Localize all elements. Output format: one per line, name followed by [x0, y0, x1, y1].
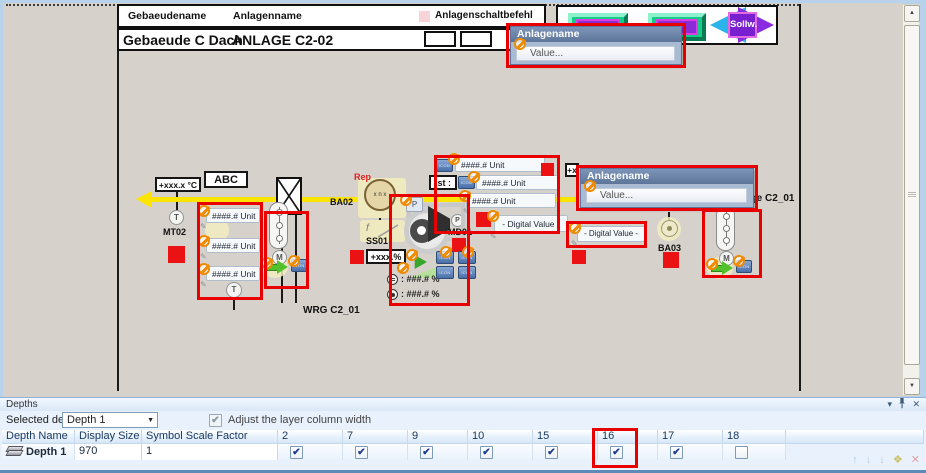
column-header-blank [786, 430, 924, 444]
scroll-down-button[interactable]: ▼ [904, 378, 920, 395]
layer-10-cell[interactable]: ✔ [468, 444, 533, 460]
layers-icon [7, 446, 22, 456]
scroll-up-button[interactable]: ▲ [904, 5, 920, 22]
scrollbar-thumb[interactable] [904, 25, 920, 365]
sensor-dot [667, 226, 672, 231]
rep-label: Rep [354, 172, 371, 182]
setpoint-diamond-button[interactable]: Sollw. [710, 7, 774, 43]
function-symbol: f [366, 223, 369, 234]
depths-table-header: Depth NameDisplay SizeSymbol Scale Facto… [2, 430, 926, 444]
layer-2-cell[interactable]: ✔ [278, 444, 343, 460]
plant-command-label: Anlagenschaltbefehl [435, 10, 533, 21]
layer-9-cell[interactable]: ✔ [408, 444, 468, 460]
temperature-display[interactable]: +xxx.x °C [155, 177, 201, 192]
annotation-box-popup2 [576, 165, 758, 211]
move-up-icon[interactable]: ↑ [852, 454, 858, 466]
chevron-down-icon: ▼ [147, 417, 154, 424]
depths-panel: Depths ▾ ✕ Selected depth: Depth 1 ▼ ✔ A… [0, 397, 926, 473]
titleblock-value-row: Gebaeude C Dach ANLAGE C2-02 [117, 28, 546, 51]
temperature-sensor-icon[interactable]: T [169, 210, 184, 225]
annotation-box-left-actuator [264, 211, 309, 289]
scale-factor-cell[interactable]: 1 [142, 444, 278, 460]
scroll-down-icon: ▼ [909, 383, 915, 389]
column-header-15[interactable]: 15 [533, 430, 598, 444]
depth-name-cell[interactable]: Depth 1 [2, 444, 75, 460]
column-header-depth-name[interactable]: Depth Name [2, 430, 75, 444]
scroll-up-icon: ▲ [909, 10, 915, 16]
alarm-indicator [572, 250, 586, 264]
layer-18-checkbox[interactable] [735, 446, 748, 459]
depths-panel-title: Depths [6, 399, 38, 410]
building-name-value: Gebaeude C Dach [123, 32, 243, 48]
column-header-display-size[interactable]: Display Size [75, 430, 142, 444]
layer-17-checkbox[interactable]: ✔ [670, 446, 683, 459]
scada-editor-window: Gebaeudename Anlagenname Anlagenschaltbe… [0, 0, 926, 473]
column-header-9[interactable]: 9 [408, 430, 468, 444]
adjust-layer-width-label: Adjust the layer column width [228, 414, 371, 426]
annotation-box-top-units [434, 155, 560, 234]
delete-depth-icon[interactable]: ✕ [911, 454, 920, 466]
column-header-symbol-scale-factor[interactable]: Symbol Scale Factor [142, 430, 278, 444]
layer-9-checkbox[interactable]: ✔ [420, 446, 433, 459]
depths-table: Depth NameDisplay SizeSymbol Scale Facto… [2, 430, 926, 460]
column-header-10[interactable]: 10 [468, 430, 533, 444]
wrg-label: WRG C2_01 [303, 305, 360, 316]
alarm-indicator [663, 252, 679, 268]
titleblock-empty-cell-2 [460, 31, 492, 47]
alarm-indicator [350, 250, 364, 264]
page-left-border [117, 4, 119, 391]
move-bottom-icon[interactable]: ↓ [879, 454, 885, 466]
setpoint-label: Sollw. [728, 12, 757, 38]
layer-10-checkbox[interactable]: ✔ [480, 446, 493, 459]
abc-display[interactable]: ABC [204, 171, 248, 188]
damper-ss01-label: SS01 [366, 236, 388, 246]
display-size-cell[interactable]: 970 [75, 444, 142, 460]
move-down-icon[interactable]: ↓ [866, 454, 872, 466]
page-right-border [799, 4, 801, 391]
depths-table-row[interactable]: Depth 19701✔✔✔✔✔✔✔ [2, 444, 926, 460]
selected-depth-dropdown[interactable]: Depth 1 ▼ [62, 412, 158, 428]
flow-arrowhead [136, 191, 152, 208]
panel-menu-icon[interactable]: ▾ [887, 399, 892, 410]
layer-15-checkbox[interactable]: ✔ [545, 446, 558, 459]
column-header-2[interactable]: 2 [278, 430, 343, 444]
annotation-box-popup1 [506, 23, 686, 68]
depths-controls-row: Selected depth: Depth 1 ▼ ✔ Adjust the l… [0, 411, 926, 430]
column-header-7[interactable]: 7 [343, 430, 408, 444]
alarm-indicator [168, 246, 185, 263]
command-color-swatch [419, 11, 430, 22]
canvas-vertical-scrollbar[interactable]: ▲ ▼ [902, 4, 920, 396]
building-name-label: Gebaeudename [128, 10, 206, 22]
depths-panel-caption: Depths ▾ ✕ [0, 398, 926, 411]
annotation-box-column-16 [592, 428, 638, 468]
plant-name-label: Anlagenname [233, 10, 302, 22]
depths-footer-toolbar: ↑ ↓ ↓ ❖ ✕ [847, 453, 920, 466]
layer-15-cell[interactable]: ✔ [533, 444, 598, 460]
layer-7-checkbox[interactable]: ✔ [355, 446, 368, 459]
annotation-box-left-units [197, 202, 263, 300]
titleblock-empty-cell-1 [424, 31, 456, 47]
plant-name-value: ANLAGE C2-02 [232, 32, 333, 48]
column-header-17[interactable]: 17 [658, 430, 723, 444]
column-header-18[interactable]: 18 [723, 430, 786, 444]
selected-depth-value: Depth 1 [67, 414, 106, 426]
add-depth-icon[interactable]: ❖ [893, 454, 903, 466]
layer-18-cell[interactable] [723, 444, 786, 460]
damper-ba02-label: BA02 [330, 197, 353, 207]
layer-2-checkbox[interactable]: ✔ [290, 446, 303, 459]
close-icon[interactable]: ✕ [912, 399, 920, 410]
layer-17-cell[interactable]: ✔ [658, 444, 723, 460]
annotation-box-digital-value [566, 221, 647, 248]
annotation-box-right-actuator [702, 209, 762, 278]
sensor-mt02-label: MT02 [163, 227, 186, 237]
titleblock-header-row: Gebaeudename Anlagenname Anlagenschaltbe… [117, 4, 546, 28]
pin-icon[interactable] [898, 398, 906, 411]
layer-7-cell[interactable]: ✔ [343, 444, 408, 460]
adjust-layer-width-checkbox[interactable]: ✔ [209, 414, 222, 427]
